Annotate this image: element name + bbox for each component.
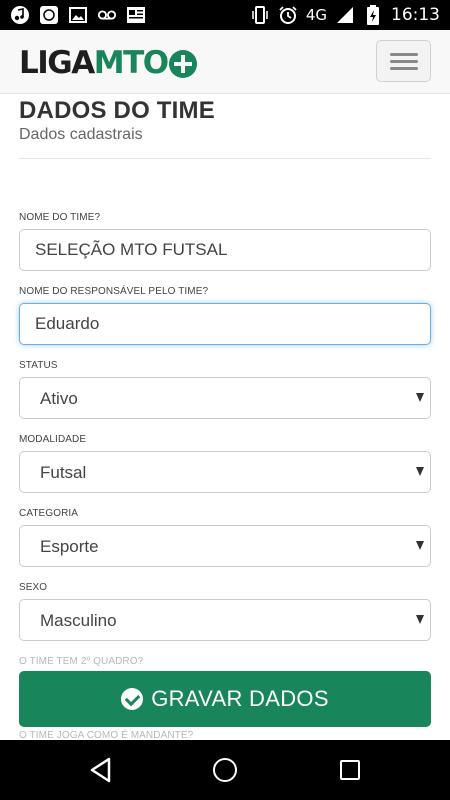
network-type: 4G xyxy=(305,6,327,24)
back-icon[interactable] xyxy=(89,757,113,788)
category-select-value: Esporte xyxy=(40,537,99,556)
team-name-label: NOME DO TIME? xyxy=(19,212,101,223)
logo-liga-text: LIGA xyxy=(19,45,95,81)
save-data-button[interactable]: GRAVAR DADOS xyxy=(19,671,431,727)
status-bar: 4G 16:13 xyxy=(0,0,450,30)
main-content: DADOS DO TIME Dados cadastrais NOME DO T… xyxy=(0,94,450,740)
dropdown-arrow-icon xyxy=(416,541,424,550)
home-team-label: O TIME JOGA COMO É MANDANTE? xyxy=(19,730,194,740)
dropdown-arrow-icon xyxy=(416,393,424,402)
second-squad-label: O TIME TEM 2º QUADRO? xyxy=(19,656,144,667)
sex-label: SEXO xyxy=(19,582,48,593)
app-header: LIGA MTO xyxy=(0,30,450,94)
recent-apps-icon[interactable] xyxy=(340,760,360,780)
status-select[interactable]: Ativo xyxy=(19,377,431,419)
music-icon xyxy=(10,5,30,25)
battery-charging-icon xyxy=(363,5,383,25)
logo-mto-letters: MTO xyxy=(93,45,169,81)
app-icon xyxy=(39,5,59,25)
modality-select-value: Futsal xyxy=(40,463,87,482)
ligamto-logo[interactable]: LIGA MTO xyxy=(19,45,197,81)
status-select-value: Ativo xyxy=(40,389,78,408)
team-name-input[interactable] xyxy=(19,229,431,271)
check-circle-icon xyxy=(121,688,144,710)
responsible-label: NOME DO RESPONSÁVEL PELO TIME? xyxy=(19,286,209,297)
home-icon[interactable] xyxy=(213,758,237,782)
modality-select[interactable]: Futsal xyxy=(19,451,431,493)
clock: 16:13 xyxy=(391,5,440,25)
news-icon xyxy=(126,5,146,25)
hamburger-menu-button[interactable] xyxy=(376,40,431,82)
logo-mto-text: MTO xyxy=(93,45,197,81)
dropdown-arrow-icon xyxy=(416,467,424,476)
sex-select-value: Masculino xyxy=(40,611,117,630)
category-label: CATEGORIA xyxy=(19,508,79,519)
alarm-icon xyxy=(278,5,298,25)
voicemail-icon xyxy=(97,5,117,25)
modality-label: MODALIDADE xyxy=(19,434,87,445)
save-button-label: GRAVAR DADOS xyxy=(151,686,329,711)
navigation-bar xyxy=(0,740,450,800)
signal-icon xyxy=(335,5,355,25)
page-subtitle: Dados cadastrais xyxy=(19,126,143,143)
plus-circle-icon xyxy=(168,49,197,78)
vibrate-icon xyxy=(250,5,270,25)
hamburger-line xyxy=(390,53,418,56)
page-title: DADOS DO TIME xyxy=(19,97,215,124)
divider xyxy=(19,158,431,159)
dropdown-arrow-icon xyxy=(416,615,424,624)
hamburger-line xyxy=(390,67,418,70)
sex-select[interactable]: Masculino xyxy=(19,599,431,641)
category-select[interactable]: Esporte xyxy=(19,525,431,567)
status-label: STATUS xyxy=(19,360,58,371)
hamburger-line xyxy=(390,60,418,63)
responsible-input[interactable] xyxy=(19,303,431,345)
image-icon xyxy=(68,5,88,25)
